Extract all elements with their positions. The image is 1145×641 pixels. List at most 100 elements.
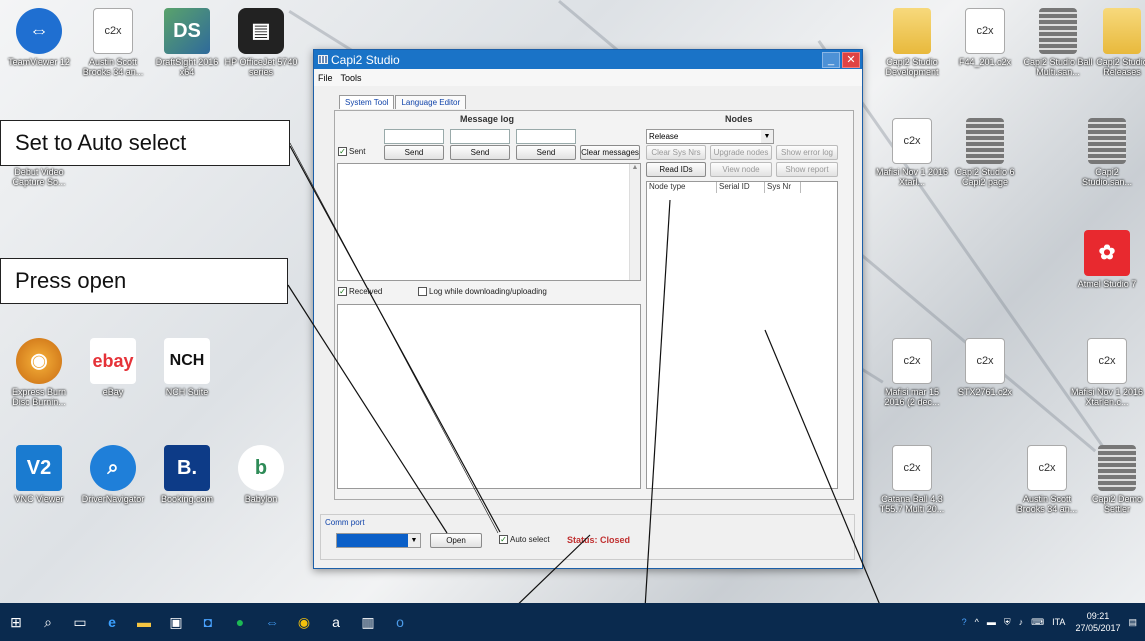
babylon-shortcut[interactable]: b Babylon xyxy=(224,445,298,504)
scrollbar[interactable]: ▲ xyxy=(629,164,640,280)
nodes-table[interactable]: Node type Serial ID Sys Nr xyxy=(646,181,838,489)
amazon-icon[interactable]: a xyxy=(320,603,352,641)
grid-file-shortcut[interactable]: Capi2 Demo Settler xyxy=(1080,445,1145,514)
file-explorer-icon[interactable]: ▬ xyxy=(128,603,160,641)
send-button-3[interactable]: Send xyxy=(516,145,576,160)
store-icon[interactable]: ▣ xyxy=(160,603,192,641)
send-input-2[interactable] xyxy=(450,129,510,144)
help-icon[interactable]: ? xyxy=(962,617,967,627)
send-input-3[interactable] xyxy=(516,129,576,144)
folder-icon xyxy=(893,8,931,54)
system-tray: ? ^ ▬ ⛨ ♪ ⌨ ITA 09:21 27/05/2017 ▤ xyxy=(954,603,1137,641)
sent-checkbox[interactable]: ✓ Sent xyxy=(338,147,365,156)
vnc-shortcut[interactable]: V2 VNC Viewer xyxy=(2,445,76,504)
log-while-downloading-checkbox[interactable]: Log while downloading/uploading xyxy=(418,287,547,296)
keyboard-icon[interactable]: ⌨ xyxy=(1031,617,1044,628)
c2x-file-icon: c2x xyxy=(965,8,1005,54)
chevron-down-icon: ▼ xyxy=(761,130,773,143)
column-header-node-type[interactable]: Node type xyxy=(647,182,717,193)
drivernavigator-shortcut[interactable]: ⌕ DriverNavigator xyxy=(76,445,150,504)
open-button[interactable]: Open xyxy=(430,533,482,548)
send-button-2[interactable]: Send xyxy=(450,145,510,160)
start-button[interactable]: ⊞ xyxy=(0,603,32,641)
folder-shortcut[interactable]: Capi2 Studio Releases xyxy=(1085,8,1145,77)
chevron-up-icon[interactable]: ^ xyxy=(975,617,979,627)
close-button[interactable]: ✕ xyxy=(842,51,860,68)
menu-file[interactable]: File xyxy=(318,73,333,83)
nch-shortcut[interactable]: NCH NCH Suite xyxy=(150,338,224,397)
tab-language-editor[interactable]: Language Editor xyxy=(395,95,467,109)
search-icon[interactable]: ⌕ xyxy=(32,603,64,641)
upgrade-nodes-button[interactable]: Upgrade nodes xyxy=(710,145,772,160)
sent-log-area[interactable]: ▲ xyxy=(337,163,641,281)
chrome-icon[interactable]: ◉ xyxy=(288,603,320,641)
clear-messages-button[interactable]: Clear messages xyxy=(580,145,640,160)
view-node-button[interactable]: View node xyxy=(710,162,772,177)
c2x-file-shortcut[interactable]: c2x Austin Scott Brooks 34 an... xyxy=(1010,445,1084,514)
checkbox-empty-icon xyxy=(418,287,427,296)
language-indicator[interactable]: ITA xyxy=(1052,617,1065,627)
edge-icon[interactable]: e xyxy=(96,603,128,641)
show-error-log-button[interactable]: Show error log xyxy=(776,145,838,160)
release-dropdown[interactable]: Release ▼ xyxy=(646,129,774,144)
capi2-studio-window[interactable]: Capi2 Studio _ ✕ File Tools System Tool … xyxy=(313,49,863,569)
clock-date: 27/05/2017 xyxy=(1075,623,1121,633)
spotify-icon[interactable]: ● xyxy=(224,603,256,641)
c2x-file-shortcut[interactable]: c2x Austin Scott Brooks 34 an... xyxy=(76,8,150,77)
received-log-area[interactable] xyxy=(337,304,641,489)
outlook-icon[interactable]: o xyxy=(384,603,416,641)
system-tool-panel: Message log ✓ Sent Send Send Send Clear … xyxy=(334,110,854,500)
c2x-file-shortcut[interactable]: c2x STX2761.c2x xyxy=(948,338,1022,397)
clear-sys-nrs-button[interactable]: Clear Sys Nrs xyxy=(646,145,706,160)
printer-shortcut[interactable]: ▤ HP OfficeJet 5740 series xyxy=(224,8,298,77)
grid-file-icon xyxy=(1088,118,1126,164)
tab-system-tool[interactable]: System Tool xyxy=(339,95,395,109)
read-ids-button[interactable]: Read IDs xyxy=(646,162,706,177)
c2x-file-shortcut[interactable]: c2x F44_201.c2x xyxy=(948,8,1022,67)
express-burn-shortcut[interactable]: ◉ Express Burn Disc Burnin... xyxy=(2,338,76,407)
notifications-icon[interactable]: ▤ xyxy=(1128,617,1137,628)
check-icon: ✓ xyxy=(338,287,347,296)
c2x-file-shortcut[interactable]: c2x Mafisi Nov 1 2016 Xtarl... xyxy=(875,118,949,187)
volume-icon[interactable]: ♪ xyxy=(1019,617,1024,627)
auto-select-checkbox[interactable]: ✓ Auto select xyxy=(499,535,550,544)
booking-shortcut[interactable]: B. Booking.com xyxy=(150,445,224,504)
capi2-taskbar-icon[interactable]: ▥ xyxy=(352,603,384,641)
c2x-file-icon: c2x xyxy=(965,338,1005,384)
c2x-file-shortcut[interactable]: c2x Mafisi mar 15 2016 (2 dec... xyxy=(875,338,949,407)
window-titlebar[interactable]: Capi2 Studio _ ✕ xyxy=(314,50,862,69)
battery-icon[interactable]: ▬ xyxy=(987,617,996,627)
received-checkbox[interactable]: ✓ Received xyxy=(338,287,382,296)
minimize-button[interactable]: _ xyxy=(822,51,840,68)
send-button-1[interactable]: Send xyxy=(384,145,444,160)
teamviewer-icon[interactable]: ⇔ xyxy=(256,603,288,641)
clock-time: 09:21 xyxy=(1086,611,1110,621)
shield-icon[interactable]: ⛨ xyxy=(1004,617,1011,628)
grid-file-shortcut[interactable]: Capi2 Studio 6 Capi2 page xyxy=(948,118,1022,187)
check-icon: ✓ xyxy=(338,147,347,156)
column-header-sys-nr[interactable]: Sys Nr xyxy=(765,182,801,193)
grid-file-shortcut[interactable]: Capi2 Studio Ball Multi.san... xyxy=(1021,8,1095,77)
callout-auto-select: Set to Auto select xyxy=(0,120,290,166)
folder-shortcut[interactable]: Capi2 Studio Development xyxy=(875,8,949,77)
c2x-file-shortcut[interactable]: c2x Mafisi Nov 1 2016 Xtarlen.c... xyxy=(1070,338,1144,407)
ebay-shortcut[interactable]: ebay eBay xyxy=(76,338,150,397)
show-report-button[interactable]: Show report xyxy=(776,162,838,177)
send-input-1[interactable] xyxy=(384,129,444,144)
task-view-icon[interactable]: ▭ xyxy=(64,603,96,641)
grid-file-shortcut[interactable]: Capi2 Studio.san... xyxy=(1070,118,1144,187)
c2x-file-shortcut[interactable]: c2x Catana Ball 4.3 T55.7 Multi 20... xyxy=(875,445,949,514)
comm-port-dropdown[interactable]: ▼ xyxy=(336,533,421,548)
message-log-header: Message log xyxy=(460,114,515,124)
grid-file-icon xyxy=(1098,445,1136,491)
app-icon[interactable]: ◘ xyxy=(192,603,224,641)
clock[interactable]: 09:21 27/05/2017 xyxy=(1075,610,1120,634)
tab-strip: System Tool Language Editor xyxy=(339,95,467,109)
teamviewer-shortcut[interactable]: ⇔ TeamViewer 12 xyxy=(2,8,76,67)
atmel-shortcut[interactable]: ✿ Atmel Studio 7 xyxy=(1070,230,1144,289)
draftsight-shortcut[interactable]: DS DraftSight 2016 x64 xyxy=(150,8,224,77)
check-icon: ✓ xyxy=(499,535,508,544)
menu-tools[interactable]: Tools xyxy=(341,73,362,83)
c2x-file-icon: c2x xyxy=(1087,338,1127,384)
column-header-serial-id[interactable]: Serial ID xyxy=(717,182,765,193)
